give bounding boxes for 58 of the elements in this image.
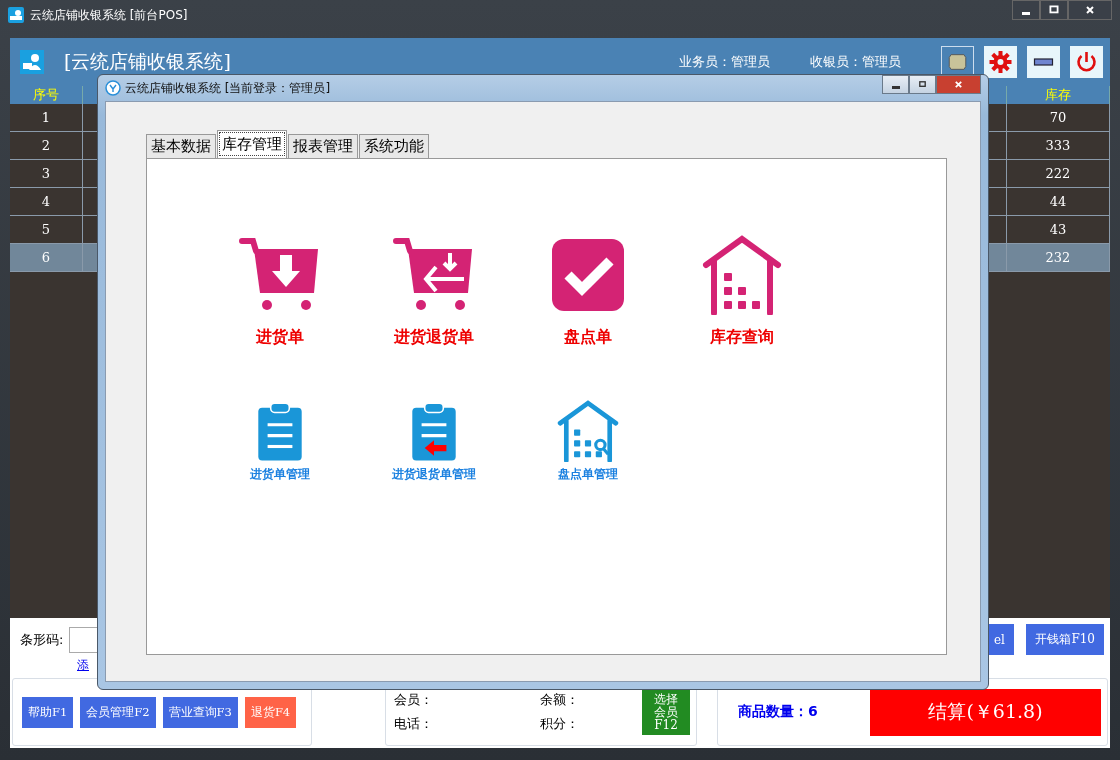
function-tile[interactable]: 进货单管理	[203, 400, 357, 483]
close-icon	[954, 80, 963, 89]
tab[interactable]: 库存管理	[217, 130, 287, 158]
warehouse-icon	[557, 400, 619, 462]
member-field-label: 电话：	[394, 715, 434, 733]
table-cell: 70	[1007, 104, 1110, 132]
column-header: 库存	[1007, 86, 1110, 104]
table-cell: 232	[1007, 244, 1110, 272]
gear-icon	[988, 50, 1013, 74]
item-count: 商品数量：6	[738, 703, 818, 721]
maximize-icon	[918, 80, 927, 89]
function-tile[interactable]: 盘点单管理	[511, 400, 665, 483]
action-button[interactable]: 开钱箱F10	[1026, 624, 1104, 655]
maximize-icon	[1048, 4, 1060, 16]
minimize-icon	[1022, 11, 1030, 15]
power-icon	[1074, 50, 1099, 74]
maximize-button[interactable]	[1040, 0, 1068, 20]
checkout-button[interactable]: 结算(￥61.8)	[870, 688, 1101, 736]
function-button[interactable]: 营业查询F3	[162, 696, 238, 728]
close-icon	[1085, 4, 1095, 16]
table-cell: 4	[10, 188, 83, 216]
salesperson-label: 业务员：管理员	[679, 53, 770, 71]
app-logo-icon	[105, 80, 121, 96]
minimize-button[interactable]	[1027, 46, 1060, 78]
window-title: 云统店铺收银系统 [前台POS]	[30, 6, 188, 24]
cashier-label: 收银员：管理员	[810, 53, 901, 71]
table-cell: 333	[1007, 132, 1110, 160]
member-field-label: 余额：	[540, 691, 580, 709]
app-title: [云统店铺收银系统]	[64, 49, 231, 74]
close-button[interactable]	[1068, 0, 1112, 20]
cashier-icon	[8, 7, 24, 23]
minimize-icon	[891, 86, 900, 89]
member-field-label: 积分：	[540, 715, 580, 733]
screen-icon	[946, 51, 969, 73]
select-member-button[interactable]: 选择会员F12	[642, 689, 690, 735]
tab[interactable]: 报表管理	[288, 134, 358, 158]
tab[interactable]: 系统功能	[359, 134, 429, 158]
table-cell: 3	[10, 160, 83, 188]
power-button[interactable]	[1070, 46, 1103, 78]
table-cell: 222	[1007, 160, 1110, 188]
minimize-button[interactable]	[882, 75, 909, 94]
settings-button[interactable]	[984, 46, 1017, 78]
function-button[interactable]: 退货F4	[244, 696, 297, 728]
minimize-button[interactable]	[1012, 0, 1040, 20]
column-header: 序号	[10, 86, 83, 104]
maximize-button[interactable]	[909, 75, 936, 94]
tab[interactable]: 基本数据	[146, 134, 216, 158]
table-cell: 1	[10, 104, 83, 132]
table-cell: 44	[1007, 188, 1110, 216]
dialog-title: 云统店铺收银系统 [当前登录：管理员]	[125, 79, 331, 97]
table-cell: 6	[10, 244, 83, 272]
cashier-icon	[20, 50, 44, 74]
table-cell: 2	[10, 132, 83, 160]
barcode-label: 条形码:	[20, 630, 64, 649]
function-button[interactable]: 帮助F1	[22, 696, 74, 728]
function-button[interactable]: 会员管理F2	[80, 696, 156, 728]
member-field-label: 会员：	[394, 691, 434, 709]
function-tile[interactable]: 进货退货单管理	[357, 400, 511, 483]
